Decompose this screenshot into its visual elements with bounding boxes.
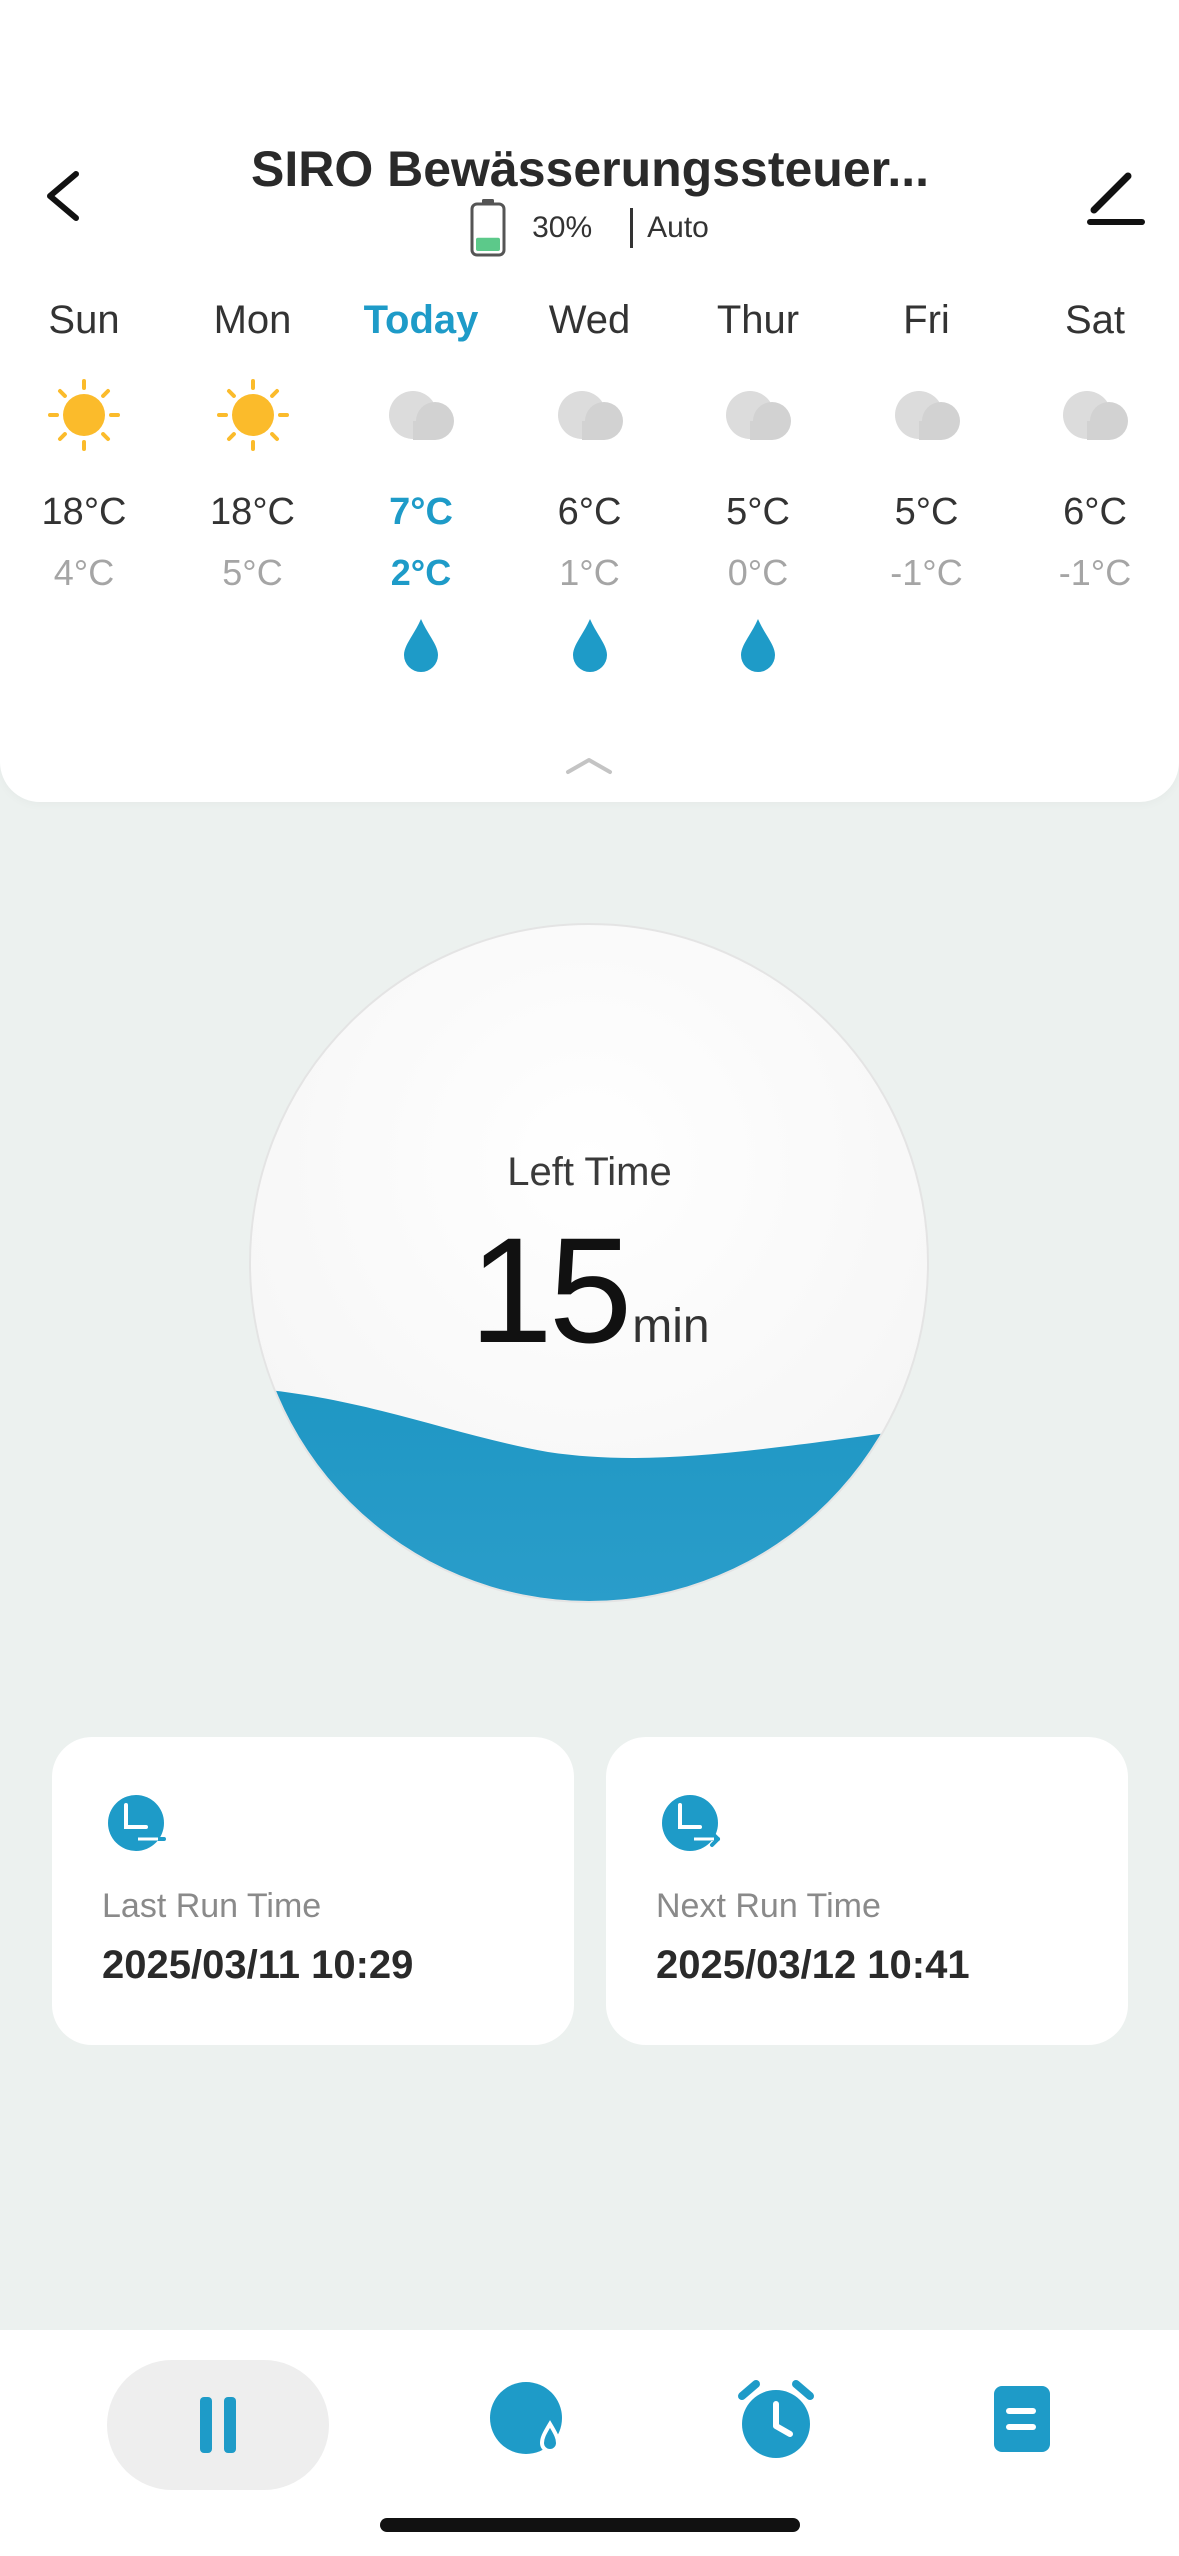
- high-temp: 5°C: [726, 491, 790, 533]
- cloud-icon: [726, 391, 791, 440]
- gauge-value: 15 min: [0, 1215, 1179, 1365]
- day-name: Thur: [716, 298, 800, 342]
- water-drop-icon: [490, 2382, 562, 2454]
- last-run-card[interactable]: Last Run Time 2025/03/11 10:29: [52, 1737, 574, 2045]
- high-temp: 5°C: [894, 491, 959, 533]
- manual-water-button[interactable]: [490, 2380, 570, 2460]
- forecast-day-mon[interactable]: Mon 18°C 5°C: [169, 285, 337, 685]
- high-temp: 6°C: [557, 491, 622, 533]
- header-card: SIRO Bewässerungssteuer... 30% Auto Sun 1…: [0, 0, 1179, 802]
- forecast-day-today[interactable]: Today 7°C 2°C: [337, 285, 505, 685]
- low-temp: 4°C: [53, 552, 115, 593]
- forecast-day-wed[interactable]: Wed 6°C 1°C: [506, 285, 674, 685]
- battery-icon: [470, 199, 506, 257]
- high-temp: 7°C: [389, 491, 453, 533]
- next-run-icon: [662, 1795, 720, 1851]
- forecast-day-sun[interactable]: Sun 18°C 4°C: [0, 285, 168, 685]
- day-name: Today: [363, 298, 479, 342]
- day-name: Mon: [213, 298, 292, 342]
- low-temp: 0°C: [727, 552, 789, 593]
- alarm-clock-icon: [738, 2380, 814, 2458]
- cloud-icon: [894, 391, 960, 440]
- high-temp: 18°C: [41, 491, 127, 533]
- cloud-icon: [389, 391, 454, 440]
- high-temp: 18°C: [210, 491, 295, 533]
- log-button[interactable]: [992, 2384, 1052, 2454]
- sun-icon: [48, 379, 120, 451]
- last-run-label: Last Run Time: [102, 1887, 322, 1925]
- rain-drop-icon: [741, 619, 775, 672]
- cloud-icon: [1063, 391, 1128, 440]
- device-status: 30% Auto: [0, 198, 1179, 258]
- cloud-icon: [557, 391, 623, 440]
- gauge-label: Left Time: [507, 1150, 672, 1194]
- low-temp: 1°C: [559, 552, 620, 593]
- rain-drop-icon: [404, 619, 438, 672]
- remaining-unit: min: [632, 1300, 710, 1353]
- page-title: SIRO Bewässerungssteuer...: [250, 141, 930, 197]
- pause-icon: [200, 2397, 236, 2453]
- last-run-value: 2025/03/11 10:29: [102, 1943, 414, 1987]
- schedule-button[interactable]: [736, 2378, 816, 2462]
- day-name: Fri: [903, 298, 950, 342]
- last-run-icon: [108, 1795, 166, 1851]
- pause-button[interactable]: [107, 2360, 329, 2490]
- status-divider: [630, 208, 634, 248]
- next-run-card[interactable]: Next Run Time 2025/03/12 10:41: [606, 1737, 1128, 2045]
- mode-label: Auto: [647, 211, 709, 244]
- day-name: Sun: [48, 298, 120, 342]
- next-run-value: 2025/03/12 10:41: [656, 1943, 970, 1987]
- home-indicator: [380, 2518, 800, 2532]
- sun-icon: [216, 379, 289, 451]
- high-temp: 6°C: [1063, 491, 1127, 533]
- next-run-label: Next Run Time: [656, 1887, 881, 1925]
- forecast-day-fri[interactable]: Fri 5°C -1°C: [843, 285, 1011, 685]
- day-name: Wed: [548, 298, 631, 342]
- low-temp: -1°C: [1058, 552, 1132, 593]
- battery-percent: 30%: [532, 211, 593, 244]
- forecast-day-sat[interactable]: Sat 6°C -1°C: [1011, 285, 1179, 685]
- low-temp: 2°C: [390, 552, 452, 593]
- remaining-minutes: 15: [469, 1206, 632, 1374]
- chevron-up-icon[interactable]: [562, 752, 616, 778]
- low-temp: 5°C: [222, 552, 283, 593]
- day-name: Sat: [1064, 298, 1126, 342]
- log-list-icon: [994, 2386, 1050, 2452]
- low-temp: -1°C: [890, 552, 963, 593]
- forecast-day-thur[interactable]: Thur 5°C 0°C: [674, 285, 842, 685]
- rain-drop-icon: [572, 619, 607, 672]
- weather-forecast: Sun 18°C 4°C Mon 18°C 5°C Today 7°C 2°C Wed 6°C…: [0, 285, 1179, 725]
